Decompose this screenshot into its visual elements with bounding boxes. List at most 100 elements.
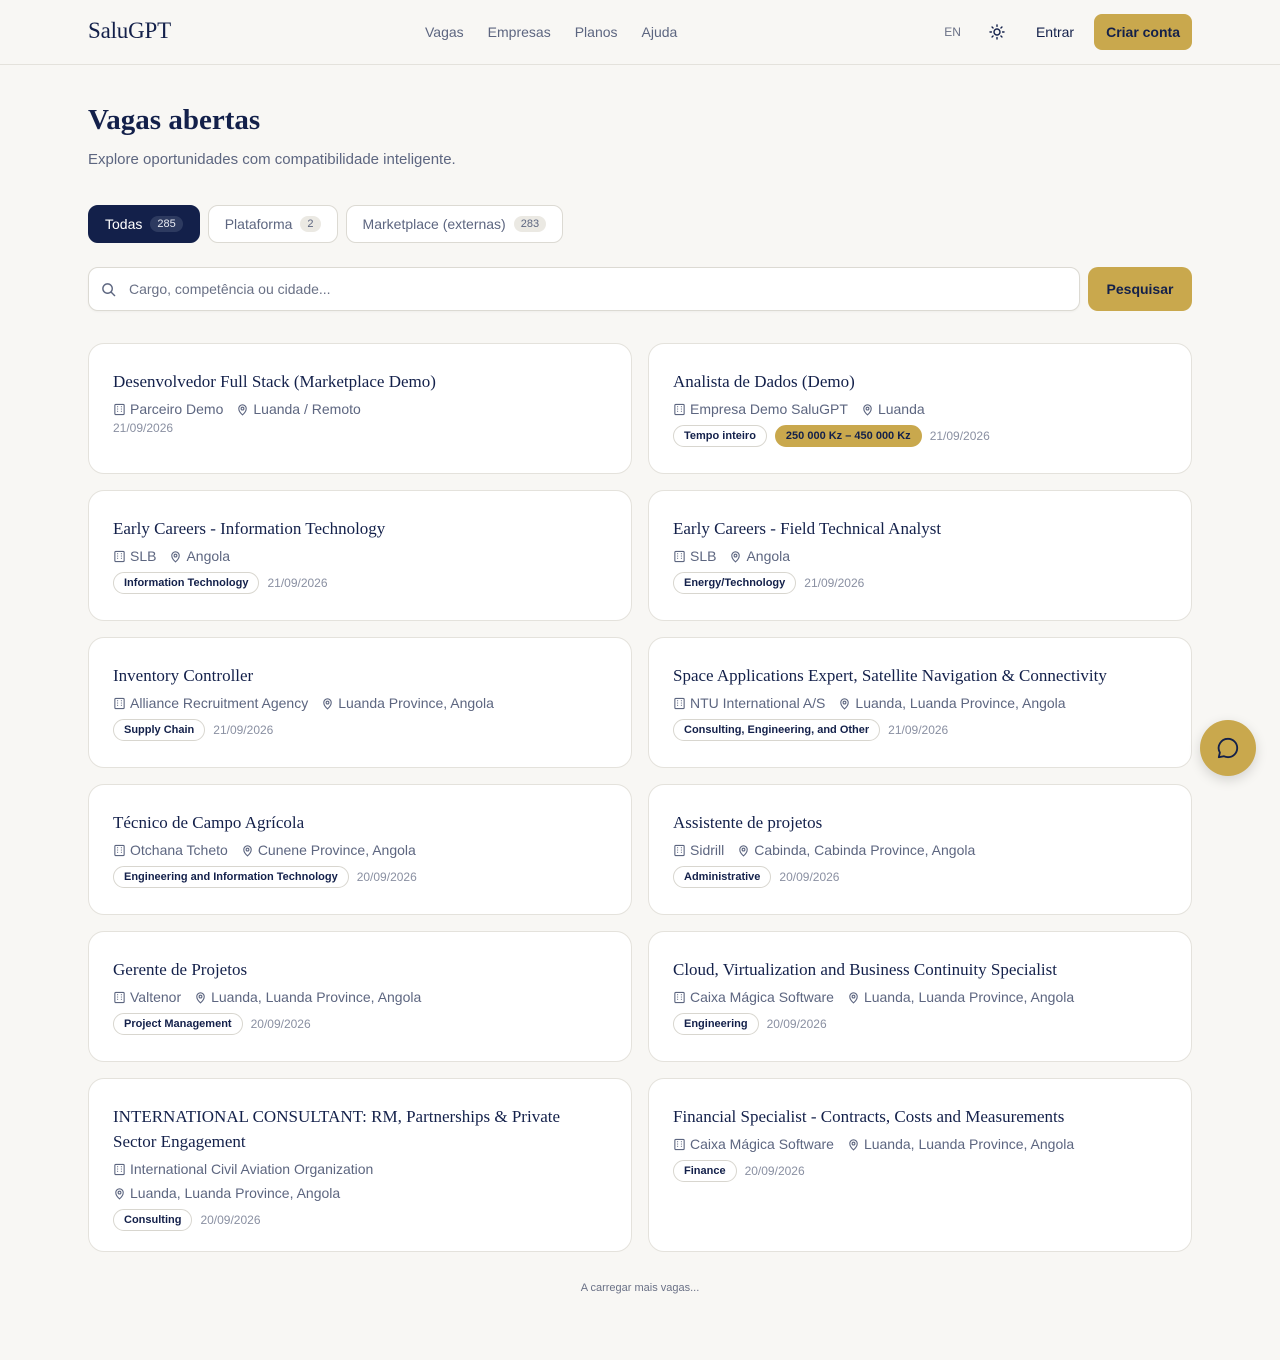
building-icon — [673, 403, 690, 416]
job-date: 21/09/2026 — [804, 576, 865, 590]
job-date: 20/09/2026 — [766, 1017, 827, 1031]
job-company: Alliance Recruitment Agency — [113, 693, 308, 713]
company-name: NTU International A/S — [690, 695, 826, 711]
job-company: Valtenor — [113, 987, 181, 1007]
nav-empresas[interactable]: Empresas — [488, 24, 551, 40]
location-name: Angola — [186, 548, 231, 564]
job-tag: Information Technology — [113, 572, 260, 594]
job-title[interactable]: INTERNATIONAL CONSULTANT: RM, Partnershi… — [113, 1104, 607, 1154]
job-title[interactable]: Analista de Dados (Demo) — [673, 369, 1167, 394]
job-tag: Engineering and Information Technology — [113, 866, 349, 888]
job-card[interactable]: Space Applications Expert, Satellite Nav… — [648, 637, 1192, 768]
map-pin-icon — [113, 1187, 130, 1200]
job-card[interactable]: Desenvolvedor Full Stack (Marketplace De… — [88, 343, 632, 474]
map-pin-icon — [194, 991, 211, 1004]
job-title[interactable]: Assistente de projetos — [673, 810, 1167, 835]
job-meta: Sidrill Cabinda, Cabinda Province, Angola — [673, 840, 1167, 860]
location-name: Luanda — [877, 401, 925, 417]
job-card[interactable]: Assistente de projetos Sidrill Cabinda, Ca… — [648, 784, 1192, 915]
company-name: SLB — [130, 548, 157, 564]
job-title[interactable]: Desenvolvedor Full Stack (Marketplace De… — [113, 369, 607, 394]
job-location: Luanda, Luanda Province, Angola — [847, 987, 1074, 1007]
company-name: Empresa Demo SaluGPT — [690, 401, 848, 417]
building-icon — [113, 991, 130, 1004]
nav-ajuda[interactable]: Ajuda — [642, 24, 678, 40]
job-meta: SLB Angola — [113, 546, 607, 566]
location-name: Angola — [746, 548, 791, 564]
job-tag: Administrative — [673, 866, 772, 888]
job-tags: Consulting 20/09/2026 — [113, 1209, 607, 1231]
job-company: Empresa Demo SaluGPT — [673, 399, 848, 419]
search-button[interactable]: Pesquisar — [1088, 267, 1192, 311]
company-name: Caixa Mágica Software — [690, 989, 834, 1005]
job-title[interactable]: Inventory Controller — [113, 663, 607, 688]
jobs-grid: Desenvolvedor Full Stack (Marketplace De… — [88, 343, 1192, 1252]
location-name: Luanda, Luanda Province, Angola — [863, 989, 1075, 1005]
company-name: Caixa Mágica Software — [690, 1136, 834, 1152]
job-title[interactable]: Técnico de Campo Agrícola — [113, 810, 607, 835]
search-input[interactable] — [129, 268, 1069, 310]
job-tags: Information Technology 21/09/2026 — [113, 572, 607, 594]
job-meta: Caixa Mágica Software Luanda, Luanda Prov… — [673, 987, 1167, 1007]
job-location: Cunene Province, Angola — [241, 840, 416, 860]
job-date: 21/09/2026 — [929, 429, 990, 443]
job-company: NTU International A/S — [673, 693, 825, 713]
tab-todas[interactable]: Todas 285 — [88, 205, 200, 243]
job-tags: Engineering and Information Technology 20… — [113, 866, 607, 888]
language-toggle[interactable]: EN — [944, 25, 961, 39]
job-tag: Finance — [673, 1160, 737, 1182]
job-card[interactable]: Cloud, Virtualization and Business Conti… — [648, 931, 1192, 1062]
job-company: SLB — [113, 546, 156, 566]
signup-button[interactable]: Criar conta — [1094, 14, 1192, 50]
job-title[interactable]: Space Applications Expert, Satellite Nav… — [673, 663, 1167, 688]
building-icon — [673, 844, 690, 857]
tab-plataforma[interactable]: Plataforma 2 — [207, 205, 338, 243]
chat-button[interactable] — [1200, 720, 1256, 776]
job-card[interactable]: INTERNATIONAL CONSULTANT: RM, Partnershi… — [88, 1078, 632, 1252]
job-card[interactable]: Early Careers - Field Technical Analyst S… — [648, 490, 1192, 621]
page-title: Vagas abertas — [88, 104, 261, 136]
job-title[interactable]: Early Careers - Field Technical Analyst — [673, 516, 1167, 541]
sun-icon[interactable] — [989, 24, 1005, 40]
job-tags: Supply Chain 21/09/2026 — [113, 719, 607, 741]
job-meta: Alliance Recruitment Agency Luanda Provin… — [113, 693, 607, 713]
company-name: Alliance Recruitment Agency — [130, 695, 309, 711]
job-title[interactable]: Cloud, Virtualization and Business Conti… — [673, 957, 1167, 982]
job-company: Caixa Mágica Software — [673, 1134, 834, 1154]
job-card[interactable]: Analista de Dados (Demo) Empresa Demo Sal… — [648, 343, 1192, 474]
building-icon — [673, 991, 690, 1004]
map-pin-icon — [847, 991, 864, 1004]
job-tag: Consulting, Engineering, and Other — [673, 719, 881, 741]
location-name: Luanda, Luanda Province, Angola — [855, 695, 1066, 711]
tab-marketplace[interactable]: Marketplace (externas) 283 — [345, 205, 564, 243]
nav-planos[interactable]: Planos — [575, 24, 618, 40]
nav-vagas[interactable]: Vagas — [425, 24, 464, 40]
job-card[interactable]: Early Careers - Information Technology SL… — [88, 490, 632, 621]
job-card[interactable]: Técnico de Campo Agrícola Otchana Tcheto C… — [88, 784, 632, 915]
job-card[interactable]: Financial Specialist - Contracts, Costs … — [648, 1078, 1192, 1252]
job-company: Sidrill — [673, 840, 724, 860]
header-actions: EN Entrar Criar conta — [944, 14, 1192, 50]
job-title[interactable]: Early Careers - Information Technology — [113, 516, 607, 541]
search-icon — [101, 282, 116, 297]
location-name: Luanda, Luanda Province, Angola — [130, 1185, 341, 1201]
job-title[interactable]: Gerente de Projetos — [113, 957, 607, 982]
job-tags: Administrative 20/09/2026 — [673, 866, 1167, 888]
job-date: 21/09/2026 — [888, 723, 949, 737]
job-location: Luanda, Luanda Province, Angola — [847, 1134, 1074, 1154]
building-icon — [113, 1163, 130, 1176]
job-title[interactable]: Financial Specialist - Contracts, Costs … — [673, 1104, 1167, 1129]
top-header: SaluGPT Vagas Empresas Planos Ajuda EN E… — [0, 0, 1280, 65]
job-card[interactable]: Inventory Controller Alliance Recruitment… — [88, 637, 632, 768]
location-name: Cabinda, Cabinda Province, Angola — [754, 842, 976, 858]
login-button[interactable]: Entrar — [1036, 24, 1074, 40]
job-card[interactable]: Gerente de Projetos Valtenor Luanda, Luand… — [88, 931, 632, 1062]
job-date: 20/09/2026 — [779, 870, 840, 884]
job-meta: Parceiro Demo Luanda / Remoto — [113, 399, 607, 419]
map-pin-icon — [838, 697, 855, 710]
logo[interactable]: SaluGPT — [88, 18, 171, 44]
search-box — [88, 267, 1080, 311]
map-pin-icon — [236, 403, 253, 416]
job-date: 20/09/2026 — [356, 870, 417, 884]
job-location: Luanda, Luanda Province, Angola — [838, 693, 1066, 713]
